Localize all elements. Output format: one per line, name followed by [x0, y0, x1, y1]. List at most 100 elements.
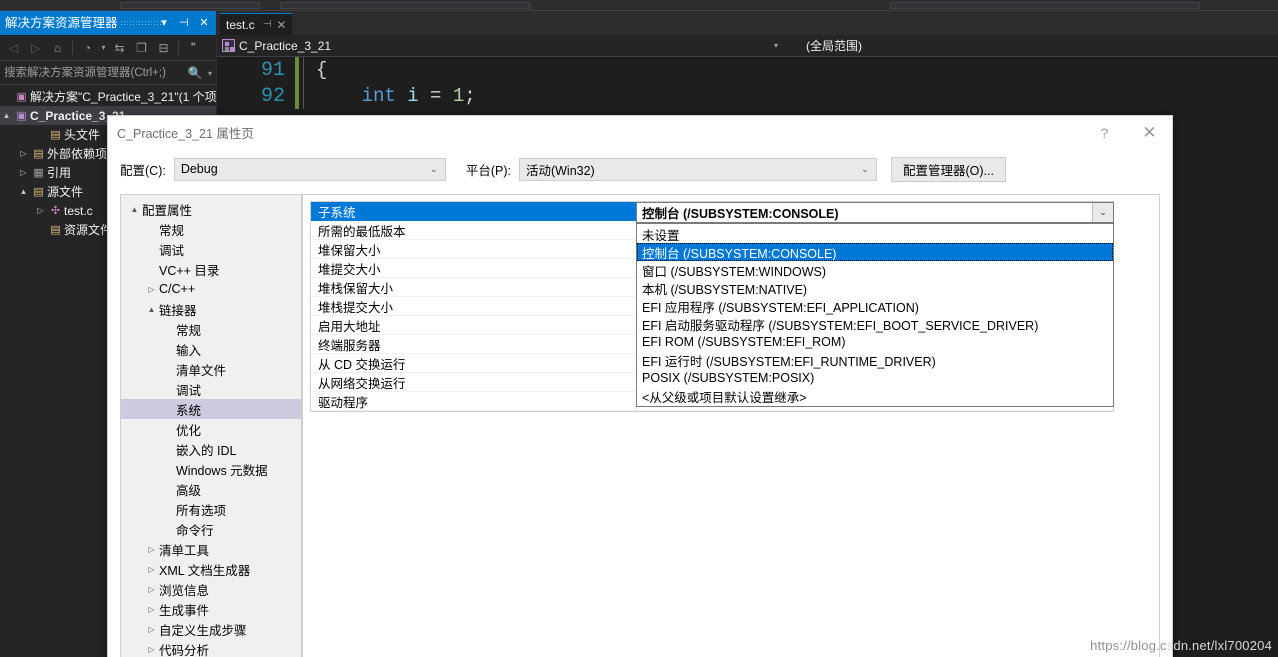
- expand-chevron-icon[interactable]: ▷: [144, 565, 159, 574]
- pane-close-icon[interactable]: ✕: [194, 12, 214, 34]
- dropdown-option[interactable]: EFI 运行时 (/SUBSYSTEM:EFI_RUNTIME_DRIVER): [637, 351, 1113, 369]
- navbar-project-chevron-down-icon[interactable]: ▾: [768, 41, 784, 50]
- chevron-down-icon[interactable]: ⌄: [1092, 203, 1113, 222]
- collapse-chevron-icon[interactable]: ▲: [144, 305, 159, 314]
- property-nav-item[interactable]: 高级: [121, 479, 302, 499]
- property-row-name[interactable]: 所需的最低版本: [311, 221, 636, 240]
- configuration-manager-button[interactable]: 配置管理器(O)...: [890, 156, 1006, 182]
- chevron-down-icon[interactable]: ⌄: [423, 159, 445, 180]
- property-row-name[interactable]: 堆保留大小: [311, 240, 636, 259]
- navbar-scope-label[interactable]: (全局范围): [784, 37, 862, 54]
- property-nav-item[interactable]: ▷ 清单工具: [121, 539, 302, 559]
- expand-chevron-icon[interactable]: ▷: [17, 149, 30, 158]
- property-row-name[interactable]: 从网络交换运行: [311, 373, 636, 392]
- property-nav-item[interactable]: ▷ 浏览信息: [121, 579, 302, 599]
- dropdown-option[interactable]: <从父级或项目默认设置继承>: [637, 387, 1113, 405]
- help-icon[interactable]: ?: [1082, 116, 1127, 149]
- expand-chevron-icon[interactable]: ▷: [144, 605, 159, 614]
- property-nav-item[interactable]: ▷ 代码分析: [121, 639, 302, 657]
- expand-chevron-icon[interactable]: ▷: [144, 645, 159, 654]
- pending-changes-dropdown-icon[interactable]: ▾: [99, 37, 108, 58]
- search-options-chevron-down-icon[interactable]: ▾: [204, 69, 216, 78]
- dropdown-option[interactable]: EFI 启动服务驱动程序 (/SUBSYSTEM:EFI_BOOT_SERVIC…: [637, 315, 1113, 333]
- collapse-all-icon[interactable]: ⊟: [153, 37, 174, 58]
- property-nav-item[interactable]: 常规: [121, 219, 302, 239]
- solution-tree-item-label: test.c: [64, 203, 93, 218]
- property-row-name[interactable]: 启用大地址: [311, 316, 636, 335]
- toolbar-group-1[interactable]: [120, 2, 260, 9]
- dropdown-option[interactable]: EFI ROM (/SUBSYSTEM:EFI_ROM): [637, 333, 1113, 351]
- dropdown-option[interactable]: 窗口 (/SUBSYSTEM:WINDOWS): [637, 261, 1113, 279]
- back-icon[interactable]: ◁: [3, 37, 24, 58]
- property-nav-tree[interactable]: ▲ 配置属性 常规 调试 VC++ 目录 ▷ C/C++ ▲ 链接器 常规 输入 清单文件 调试 系统 优化…: [121, 195, 303, 657]
- navbar-project-selector[interactable]: C_Practice_3_21: [217, 35, 768, 57]
- expand-chevron-icon[interactable]: ▷: [144, 545, 159, 554]
- property-row-name[interactable]: 堆栈提交大小: [311, 297, 636, 316]
- collapse-chevron-icon[interactable]: ▲: [127, 205, 142, 214]
- property-nav-item[interactable]: 嵌入的 IDL: [121, 439, 302, 459]
- property-nav-item[interactable]: 优化: [121, 419, 302, 439]
- property-nav-item[interactable]: 所有选项: [121, 499, 302, 519]
- property-row-name[interactable]: 从 CD 交换运行: [311, 354, 636, 373]
- property-nav-item[interactable]: ▲ 链接器: [121, 299, 302, 319]
- dropdown-option[interactable]: POSIX (/SUBSYSTEM:POSIX): [637, 369, 1113, 387]
- close-icon[interactable]: ✕: [1127, 116, 1172, 149]
- property-nav-item[interactable]: 调试: [121, 379, 302, 399]
- dropdown-option[interactable]: EFI 应用程序 (/SUBSYSTEM:EFI_APPLICATION): [637, 297, 1113, 315]
- code-line[interactable]: 91 {: [217, 57, 1278, 83]
- tab-test-c[interactable]: test.c ⊣ ✕: [220, 13, 293, 35]
- tab-pin-icon[interactable]: ⊣: [263, 19, 272, 30]
- property-row-name[interactable]: 堆栈保留大小: [311, 278, 636, 297]
- property-nav-item[interactable]: 调试: [121, 239, 302, 259]
- property-nav-item[interactable]: ▷ C/C++: [121, 279, 302, 299]
- property-row-name[interactable]: 终端服务器: [311, 335, 636, 354]
- platform-combobox[interactable]: 活动(Win32) ⌄: [518, 157, 877, 181]
- property-nav-item[interactable]: 常规: [121, 319, 302, 339]
- main-toolbar-strip[interactable]: [0, 0, 1278, 11]
- pane-pin-icon[interactable]: ⊣: [174, 12, 194, 34]
- code-line[interactable]: 92 int i = 1;: [217, 83, 1278, 109]
- toolbar-group-3[interactable]: [890, 2, 1200, 9]
- subsystem-combobox[interactable]: 控制台 (/SUBSYSTEM:CONSOLE) ⌄: [636, 202, 1114, 223]
- property-nav-item[interactable]: 命令行: [121, 519, 302, 539]
- expand-chevron-icon[interactable]: ▷: [144, 285, 159, 294]
- property-row-name[interactable]: 子系统: [311, 202, 636, 221]
- pane-dropdown-icon[interactable]: ▾: [154, 12, 174, 34]
- pending-changes-icon[interactable]: ◔: [77, 37, 98, 58]
- expand-chevron-icon[interactable]: ▷: [34, 206, 47, 215]
- subsystem-dropdown-list[interactable]: 未设置 控制台 (/SUBSYSTEM:CONSOLE) 窗口 (/SUBSYSTE…: [636, 223, 1114, 407]
- search-icon[interactable]: 🔍: [186, 66, 204, 80]
- property-nav-item[interactable]: 系统: [121, 399, 302, 419]
- property-nav-item[interactable]: ▷ 自定义生成步骤: [121, 619, 302, 639]
- collapse-chevron-icon[interactable]: ▲: [17, 187, 30, 196]
- property-nav-item[interactable]: ▷ 生成事件: [121, 599, 302, 619]
- home-icon[interactable]: ⌂: [47, 37, 68, 58]
- dropdown-option[interactable]: 本机 (/SUBSYSTEM:NATIVE): [637, 279, 1113, 297]
- property-nav-item[interactable]: ▲ 配置属性: [121, 199, 302, 219]
- dropdown-option[interactable]: 未设置: [637, 225, 1113, 243]
- toolbar-group-2[interactable]: [280, 2, 530, 9]
- configuration-combobox[interactable]: Debug ⌄: [173, 157, 446, 181]
- solution-explorer-search[interactable]: 🔍 ▾: [0, 62, 216, 85]
- property-nav-item[interactable]: VC++ 目录: [121, 259, 302, 279]
- expand-chevron-icon[interactable]: ▷: [17, 168, 30, 177]
- expand-chevron-icon[interactable]: ▷: [144, 585, 159, 594]
- solution-tree-item[interactable]: ▣ 解决方案"C_Practice_3_21"(1 个项: [0, 87, 216, 106]
- property-nav-item[interactable]: 清单文件: [121, 359, 302, 379]
- property-nav-item[interactable]: 输入: [121, 339, 302, 359]
- refresh-icon[interactable]: ❐: [131, 37, 152, 58]
- dropdown-option[interactable]: 控制台 (/SUBSYSTEM:CONSOLE): [637, 243, 1113, 261]
- chevron-down-icon[interactable]: ⌄: [854, 159, 876, 180]
- collapse-chevron-icon[interactable]: ▲: [0, 111, 13, 120]
- property-row-name[interactable]: 堆提交大小: [311, 259, 636, 278]
- tab-close-icon[interactable]: ✕: [276, 18, 286, 32]
- property-nav-item[interactable]: ▷ XML 文档生成器: [121, 559, 302, 579]
- show-all-files-icon[interactable]: ❞: [183, 37, 204, 58]
- property-row-name[interactable]: 驱动程序: [311, 392, 636, 411]
- sync-with-active-document-icon[interactable]: ⇆: [109, 37, 130, 58]
- property-nav-item[interactable]: Windows 元数据: [121, 459, 302, 479]
- forward-icon[interactable]: ▷: [25, 37, 46, 58]
- search-input[interactable]: [0, 66, 186, 80]
- expand-chevron-icon[interactable]: ▷: [144, 625, 159, 634]
